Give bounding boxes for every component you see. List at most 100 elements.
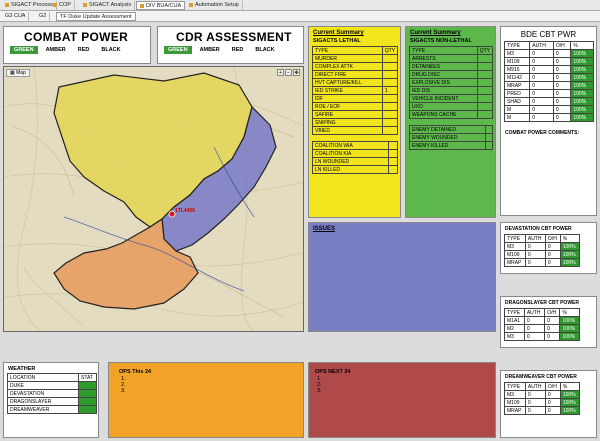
table-cell[interactable]: [381, 78, 399, 87]
table-cell[interactable]: ENEMY DETAINED: [409, 125, 486, 134]
table-cell[interactable]: SNIPING: [312, 118, 383, 127]
table-cell[interactable]: 0: [529, 113, 554, 122]
table-cell[interactable]: [484, 141, 494, 150]
table-cell[interactable]: 0: [523, 332, 546, 341]
table-cell[interactable]: 0: [529, 65, 554, 74]
table-cell[interactable]: M: [503, 105, 531, 114]
table-cell[interactable]: MRAP: [504, 406, 526, 415]
operations-map[interactable]: · · · · · ▦ Map + − ✥ 1TL4406: [3, 66, 304, 332]
table-cell[interactable]: [381, 62, 399, 71]
table-cell[interactable]: ARRESTS: [409, 54, 478, 63]
table-cell[interactable]: UXO: [409, 102, 478, 111]
table-cell[interactable]: M3: [504, 242, 526, 251]
percent-cell[interactable]: 100%: [559, 316, 580, 325]
table-cell[interactable]: 1: [381, 86, 399, 95]
table-cell[interactable]: [381, 54, 399, 63]
table-cell[interactable]: DRUG DISC: [409, 70, 478, 79]
table-cell[interactable]: 0: [552, 65, 572, 74]
table-cell[interactable]: 0: [552, 105, 572, 114]
table-cell[interactable]: 0: [524, 398, 546, 407]
table-cell[interactable]: 0: [552, 49, 572, 58]
table-cell[interactable]: DETAINEES: [409, 62, 478, 71]
percent-cell[interactable]: 100%: [570, 65, 594, 74]
table-cell[interactable]: ENEMY KILLED: [409, 141, 486, 150]
status-green[interactable]: GREEN: [164, 46, 192, 54]
table-cell[interactable]: [388, 165, 398, 174]
table-cell[interactable]: IED DIS: [409, 86, 478, 95]
percent-cell[interactable]: 100%: [570, 113, 594, 122]
table-cell[interactable]: EXPLOSIVE DIS: [409, 78, 478, 87]
table-cell[interactable]: 0: [529, 81, 554, 90]
table-cell[interactable]: 0: [524, 390, 546, 399]
weather-status[interactable]: [78, 381, 97, 390]
table-cell[interactable]: [484, 133, 494, 142]
table-cell[interactable]: SAFIRE: [312, 110, 383, 119]
ops-this-24-panel[interactable]: OPS This 24 1. 2. 3.: [108, 362, 304, 438]
table-cell[interactable]: ENEMY WOUNDED: [409, 133, 486, 142]
table-cell[interactable]: WEAPONS CACHE: [409, 110, 478, 119]
table-cell[interactable]: 0: [544, 324, 561, 333]
table-cell[interactable]: [476, 86, 494, 95]
issues-panel[interactable]: ISSUES: [308, 222, 496, 332]
tab-cop[interactable]: COP: [50, 1, 75, 10]
status-amber[interactable]: AMBER: [42, 46, 70, 54]
percent-cell[interactable]: 100%: [570, 81, 594, 90]
percent-cell[interactable]: 100%: [559, 258, 581, 267]
table-cell[interactable]: M2: [504, 324, 525, 333]
table-cell[interactable]: M: [503, 113, 531, 122]
table-cell[interactable]: [381, 102, 399, 111]
table-cell[interactable]: IDF: [312, 94, 383, 103]
table-cell[interactable]: M915: [503, 65, 531, 74]
table-cell[interactable]: M1142: [503, 73, 531, 82]
table-cell[interactable]: 0: [529, 49, 554, 58]
tab-sigact-analysis[interactable]: SIGACT Analysis: [80, 1, 136, 10]
status-red[interactable]: RED: [74, 46, 94, 54]
table-cell[interactable]: 0: [523, 316, 546, 325]
table-cell[interactable]: VBIED: [312, 126, 383, 135]
table-cell[interactable]: 0: [552, 89, 572, 98]
table-cell[interactable]: 0: [529, 97, 554, 106]
table-cell[interactable]: 0: [552, 81, 572, 90]
weather-status[interactable]: [78, 405, 97, 414]
table-cell[interactable]: 0: [544, 406, 561, 415]
table-cell[interactable]: [381, 118, 399, 127]
table-cell[interactable]: 0: [544, 316, 561, 325]
status-amber[interactable]: AMBER: [196, 46, 224, 54]
table-cell[interactable]: 0: [544, 398, 561, 407]
table-cell[interactable]: 0: [544, 390, 561, 399]
table-cell[interactable]: M1A1: [504, 316, 525, 325]
table-cell[interactable]: 0: [544, 332, 561, 341]
table-cell[interactable]: 0: [529, 57, 554, 66]
table-cell[interactable]: COALITION KIA: [311, 149, 390, 158]
table-cell[interactable]: [388, 157, 398, 166]
table-cell[interactable]: [381, 70, 399, 79]
table-cell[interactable]: 0: [544, 258, 561, 267]
table-cell[interactable]: [381, 110, 399, 119]
ops-next-24-panel[interactable]: OPS NEXT 24 1. 2. 3.: [308, 362, 496, 438]
tab-automation-setup[interactable]: Automation Setup: [186, 1, 243, 10]
table-cell[interactable]: 0: [529, 89, 554, 98]
table-cell[interactable]: 0: [523, 324, 546, 333]
tab-g3-cua[interactable]: G3 CUA: [2, 12, 30, 21]
status-black[interactable]: BLACK: [251, 46, 278, 54]
table-cell[interactable]: 0: [552, 113, 572, 122]
percent-cell[interactable]: 100%: [570, 97, 594, 106]
table-cell[interactable]: COALITION WIA: [311, 141, 390, 150]
table-cell[interactable]: M3: [504, 390, 526, 399]
table-cell[interactable]: 0: [524, 250, 546, 259]
table-cell[interactable]: MRAP: [504, 258, 526, 267]
table-cell[interactable]: [476, 70, 494, 79]
percent-cell[interactable]: 100%: [559, 324, 580, 333]
percent-cell[interactable]: 100%: [559, 406, 581, 415]
zoom-in-icon[interactable]: +: [277, 69, 284, 76]
table-cell[interactable]: [476, 54, 494, 63]
table-cell[interactable]: 0: [552, 73, 572, 82]
table-cell[interactable]: IED STRIKE: [312, 86, 383, 95]
table-cell[interactable]: 0: [544, 242, 561, 251]
table-cell[interactable]: [476, 110, 494, 119]
table-cell[interactable]: [476, 78, 494, 87]
tab-sigact-process[interactable]: SIGACT Process: [2, 1, 57, 10]
percent-cell[interactable]: 100%: [559, 390, 581, 399]
percent-cell[interactable]: 100%: [570, 73, 594, 82]
table-cell[interactable]: [476, 62, 494, 71]
